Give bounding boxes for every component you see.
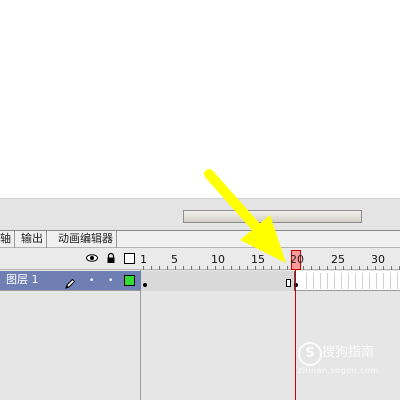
frame-cell[interactable] xyxy=(349,273,356,289)
ruler-label: 1 xyxy=(140,253,147,266)
ruler-tick xyxy=(215,266,216,270)
ruler-label: 25 xyxy=(331,253,345,266)
ruler-tick xyxy=(287,266,288,270)
keyframe-start[interactable] xyxy=(143,283,147,287)
lock-dot[interactable]: • xyxy=(108,276,113,286)
ruler-tick xyxy=(343,266,344,270)
pencil-icon xyxy=(64,275,76,289)
ruler-tick xyxy=(167,266,168,270)
ruler-label: 5 xyxy=(171,253,178,266)
watermark-logo-icon: S xyxy=(298,342,322,366)
panel-tab-bar: 轴 输出 动画编辑器 xyxy=(0,230,400,248)
ruler-tick xyxy=(151,266,152,270)
ruler-tick xyxy=(247,266,248,270)
tab-motion-editor[interactable]: 动画编辑器 xyxy=(55,231,117,248)
ruler-label: 30 xyxy=(371,253,385,266)
frame-cell[interactable] xyxy=(328,273,335,289)
ruler-tick xyxy=(271,266,272,270)
frame-cell[interactable] xyxy=(391,273,398,289)
frame-cell[interactable] xyxy=(314,273,321,289)
outline-icon[interactable] xyxy=(124,253,135,264)
layer-name[interactable]: 图层 1 xyxy=(6,273,39,287)
ruler-tick xyxy=(183,266,184,270)
frame-span[interactable] xyxy=(141,271,295,291)
ruler-tick xyxy=(327,266,328,270)
stage-canvas[interactable] xyxy=(0,0,400,198)
ruler-tick xyxy=(159,266,160,270)
visibility-dot[interactable]: • xyxy=(89,276,94,286)
frame-cell[interactable] xyxy=(342,273,349,289)
ruler-tick xyxy=(311,266,312,270)
ruler-tick xyxy=(375,266,376,270)
tab-timeline[interactable]: 轴 xyxy=(0,231,15,248)
watermark: S 搜狗指南 zhinan.sogou.com xyxy=(298,342,398,382)
watermark-text: 搜狗指南 xyxy=(322,345,375,360)
tab-output[interactable]: 输出 xyxy=(18,231,47,248)
eye-icon[interactable] xyxy=(86,252,98,264)
frame-cell[interactable] xyxy=(377,273,384,289)
frame-span-end-marker[interactable] xyxy=(286,279,291,287)
ruler-label: 10 xyxy=(211,253,225,266)
ruler-tick xyxy=(143,266,144,270)
lock-icon[interactable] xyxy=(105,252,117,264)
ruler-tick xyxy=(367,266,368,270)
ruler-tick xyxy=(335,266,336,270)
ruler-tick xyxy=(263,266,264,270)
frame-cell[interactable] xyxy=(363,273,370,289)
ruler-tick xyxy=(303,266,304,270)
ruler-tick xyxy=(391,266,392,270)
scrollbar-thumb[interactable] xyxy=(183,210,362,223)
ruler-tick xyxy=(279,266,280,270)
playhead-frame-number: 20 xyxy=(290,253,304,266)
ruler-tick xyxy=(239,266,240,270)
frame-cell[interactable] xyxy=(356,273,363,289)
frame-cell[interactable] xyxy=(307,273,314,289)
ruler-tick xyxy=(175,266,176,270)
frame-cell[interactable] xyxy=(370,273,377,289)
ruler-tick xyxy=(191,266,192,270)
ruler-tick xyxy=(359,266,360,270)
layer-outline-color-box[interactable] xyxy=(124,275,135,286)
ruler-tick xyxy=(383,266,384,270)
ruler-tick xyxy=(207,266,208,270)
ruler-label: 15 xyxy=(251,253,265,266)
ruler-tick xyxy=(351,266,352,270)
frame-cell[interactable] xyxy=(335,273,342,289)
frame-cell[interactable] xyxy=(321,273,328,289)
ruler-tick xyxy=(319,266,320,270)
watermark-url: zhinan.sogou.com xyxy=(298,366,379,375)
playhead-line xyxy=(295,270,296,400)
ruler-tick xyxy=(199,266,200,270)
frame-cell[interactable] xyxy=(300,273,307,289)
frame-cell[interactable] xyxy=(384,273,391,289)
ruler-tick xyxy=(231,266,232,270)
ruler-tick xyxy=(255,266,256,270)
ruler-tick xyxy=(223,266,224,270)
